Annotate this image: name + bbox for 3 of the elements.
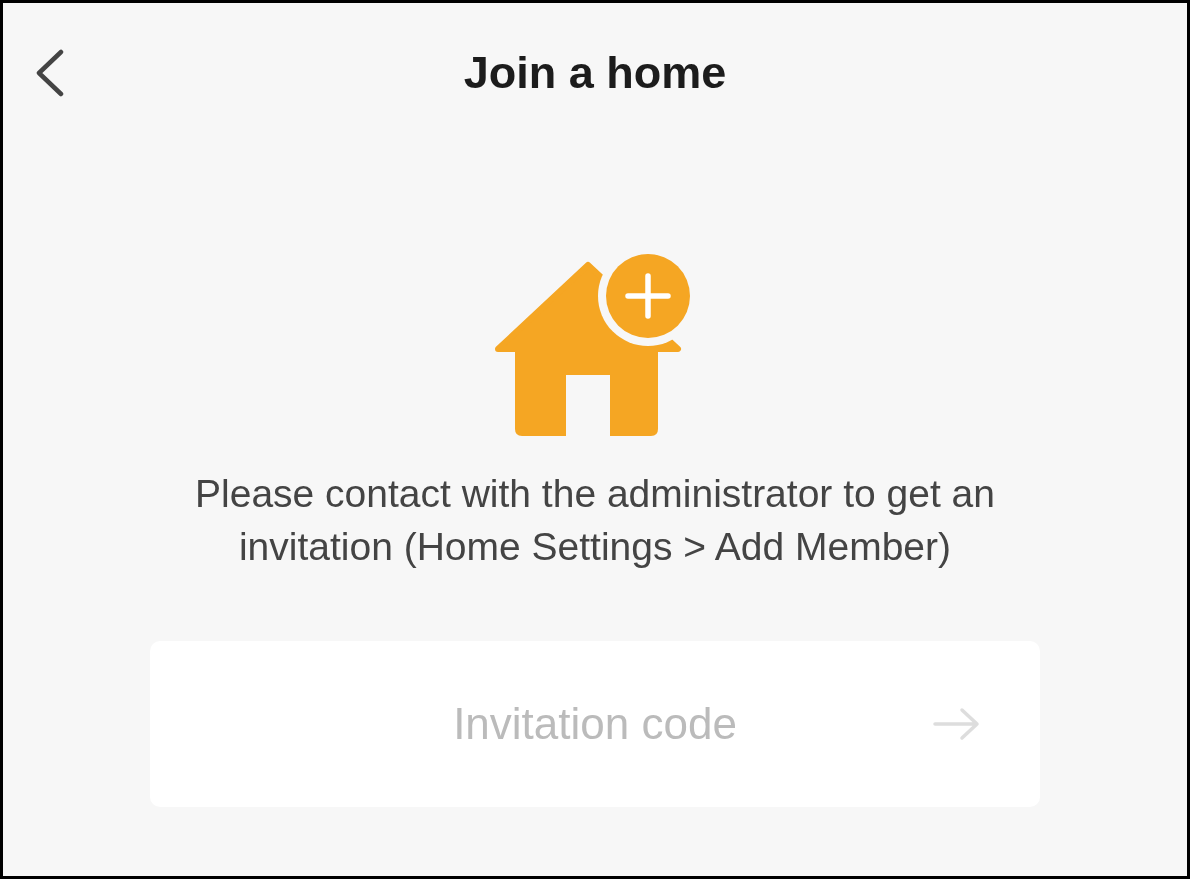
invitation-code-field[interactable]: Invitation code	[150, 641, 1040, 807]
instruction-text: Please contact with the administrator to get an invitation (Home Settings > Add Member)	[194, 471, 996, 570]
page-title: Join a home	[462, 47, 728, 99]
